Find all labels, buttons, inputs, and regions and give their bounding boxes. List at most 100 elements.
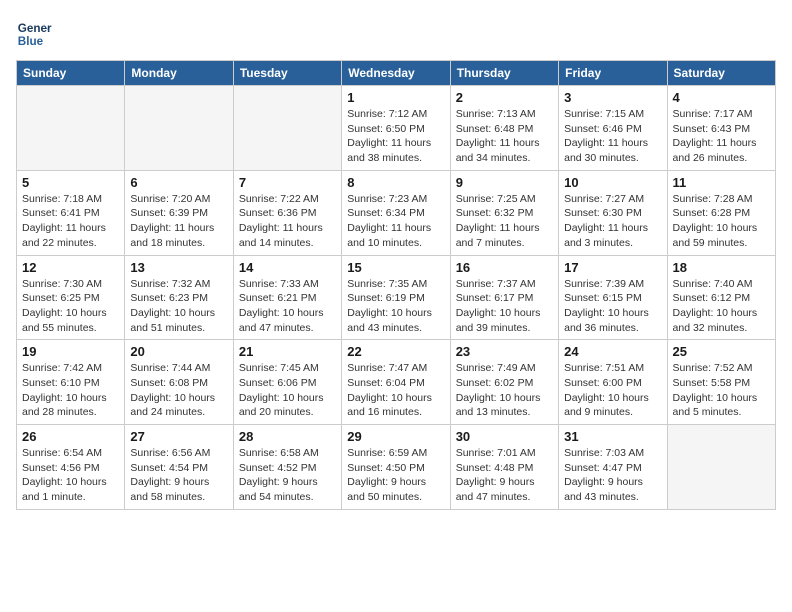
calendar-cell: 8 Sunrise: 7:23 AM Sunset: 6:34 PM Daylig… bbox=[342, 170, 450, 255]
calendar-cell: 18Sunrise: 7:40 AM Sunset: 6:12 PM Dayli… bbox=[667, 255, 775, 340]
day-info: Sunrise: 6:54 AM Sunset: 4:56 PM Dayligh… bbox=[22, 446, 119, 505]
day-info: Sunrise: 7:42 AM Sunset: 6:10 PM Dayligh… bbox=[22, 361, 119, 420]
day-number: 10 bbox=[564, 175, 661, 190]
day-info: Sunrise: 7:35 AM Sunset: 6:19 PM Dayligh… bbox=[347, 277, 444, 336]
day-number: 3 bbox=[564, 90, 661, 105]
day-number: 23 bbox=[456, 344, 553, 359]
day-info: Sunrise: 7:27 AM Sunset: 6:30 PM Dayligh… bbox=[564, 192, 661, 251]
day-info: Sunrise: 6:56 AM Sunset: 4:54 PM Dayligh… bbox=[130, 446, 227, 505]
day-number: 9 bbox=[456, 175, 553, 190]
day-number: 20 bbox=[130, 344, 227, 359]
day-number: 8 bbox=[347, 175, 444, 190]
calendar-week-5: 26Sunrise: 6:54 AM Sunset: 4:56 PM Dayli… bbox=[17, 425, 776, 510]
calendar-cell: 6Sunrise: 7:20 AM Sunset: 6:39 PM Daylig… bbox=[125, 170, 233, 255]
logo: General Blue bbox=[16, 16, 56, 52]
day-info: Sunrise: 7:13 AM Sunset: 6:48 PM Dayligh… bbox=[456, 107, 553, 166]
calendar-cell: 9 Sunrise: 7:25 AM Sunset: 6:32 PM Daylig… bbox=[450, 170, 558, 255]
day-info: Sunrise: 7:51 AM Sunset: 6:00 PM Dayligh… bbox=[564, 361, 661, 420]
calendar-week-2: 5 Sunrise: 7:18 AM Sunset: 6:41 PM Daylig… bbox=[17, 170, 776, 255]
day-info: Sunrise: 7:47 AM Sunset: 6:04 PM Dayligh… bbox=[347, 361, 444, 420]
day-info: Sunrise: 7:12 AM Sunset: 6:50 PM Dayligh… bbox=[347, 107, 444, 166]
calendar-week-1: 1 Sunrise: 7:12 AM Sunset: 6:50 PM Daylig… bbox=[17, 86, 776, 171]
day-info: Sunrise: 7:15 AM Sunset: 6:46 PM Dayligh… bbox=[564, 107, 661, 166]
day-number: 5 bbox=[22, 175, 119, 190]
calendar-header-row: SundayMondayTuesdayWednesdayThursdayFrid… bbox=[17, 61, 776, 86]
calendar-cell: 13 Sunrise: 7:32 AM Sunset: 6:23 PM Dayli… bbox=[125, 255, 233, 340]
day-header-tuesday: Tuesday bbox=[233, 61, 341, 86]
day-info: Sunrise: 7:33 AM Sunset: 6:21 PM Dayligh… bbox=[239, 277, 336, 336]
day-header-sunday: Sunday bbox=[17, 61, 125, 86]
day-info: Sunrise: 7:01 AM Sunset: 4:48 PM Dayligh… bbox=[456, 446, 553, 505]
day-header-monday: Monday bbox=[125, 61, 233, 86]
day-info: Sunrise: 7:37 AM Sunset: 6:17 PM Dayligh… bbox=[456, 277, 553, 336]
day-number: 30 bbox=[456, 429, 553, 444]
calendar-cell: 20 Sunrise: 7:44 AM Sunset: 6:08 PM Dayli… bbox=[125, 340, 233, 425]
day-number: 2 bbox=[456, 90, 553, 105]
day-info: Sunrise: 7:23 AM Sunset: 6:34 PM Dayligh… bbox=[347, 192, 444, 251]
day-header-saturday: Saturday bbox=[667, 61, 775, 86]
day-number: 7 bbox=[239, 175, 336, 190]
calendar-cell: 10 Sunrise: 7:27 AM Sunset: 6:30 PM Dayli… bbox=[559, 170, 667, 255]
calendar-cell: 25 Sunrise: 7:52 AM Sunset: 5:58 PM Dayli… bbox=[667, 340, 775, 425]
day-number: 29 bbox=[347, 429, 444, 444]
day-info: Sunrise: 7:44 AM Sunset: 6:08 PM Dayligh… bbox=[130, 361, 227, 420]
day-info: Sunrise: 7:32 AM Sunset: 6:23 PM Dayligh… bbox=[130, 277, 227, 336]
calendar-cell: 14 Sunrise: 7:33 AM Sunset: 6:21 PM Dayli… bbox=[233, 255, 341, 340]
day-number: 11 bbox=[673, 175, 770, 190]
calendar-week-3: 12Sunrise: 7:30 AM Sunset: 6:25 PM Dayli… bbox=[17, 255, 776, 340]
calendar-week-4: 19 Sunrise: 7:42 AM Sunset: 6:10 PM Dayli… bbox=[17, 340, 776, 425]
calendar-cell: 28Sunrise: 6:58 AM Sunset: 4:52 PM Dayli… bbox=[233, 425, 341, 510]
day-number: 28 bbox=[239, 429, 336, 444]
day-number: 25 bbox=[673, 344, 770, 359]
day-number: 14 bbox=[239, 260, 336, 275]
day-number: 16 bbox=[456, 260, 553, 275]
calendar-cell: 22Sunrise: 7:47 AM Sunset: 6:04 PM Dayli… bbox=[342, 340, 450, 425]
day-number: 1 bbox=[347, 90, 444, 105]
calendar-cell: 5 Sunrise: 7:18 AM Sunset: 6:41 PM Daylig… bbox=[17, 170, 125, 255]
calendar-cell: 11 Sunrise: 7:28 AM Sunset: 6:28 PM Dayli… bbox=[667, 170, 775, 255]
calendar-cell: 15 Sunrise: 7:35 AM Sunset: 6:19 PM Dayli… bbox=[342, 255, 450, 340]
day-info: Sunrise: 7:40 AM Sunset: 6:12 PM Dayligh… bbox=[673, 277, 770, 336]
day-number: 15 bbox=[347, 260, 444, 275]
day-number: 12 bbox=[22, 260, 119, 275]
day-info: Sunrise: 7:45 AM Sunset: 6:06 PM Dayligh… bbox=[239, 361, 336, 420]
calendar-cell: 2 Sunrise: 7:13 AM Sunset: 6:48 PM Daylig… bbox=[450, 86, 558, 171]
day-info: Sunrise: 7:17 AM Sunset: 6:43 PM Dayligh… bbox=[673, 107, 770, 166]
day-number: 6 bbox=[130, 175, 227, 190]
day-number: 19 bbox=[22, 344, 119, 359]
day-info: Sunrise: 7:18 AM Sunset: 6:41 PM Dayligh… bbox=[22, 192, 119, 251]
calendar-cell: 26Sunrise: 6:54 AM Sunset: 4:56 PM Dayli… bbox=[17, 425, 125, 510]
day-header-wednesday: Wednesday bbox=[342, 61, 450, 86]
calendar-cell bbox=[667, 425, 775, 510]
calendar-cell: 23 Sunrise: 7:49 AM Sunset: 6:02 PM Dayli… bbox=[450, 340, 558, 425]
day-header-friday: Friday bbox=[559, 61, 667, 86]
calendar-cell: 30 Sunrise: 7:01 AM Sunset: 4:48 PM Dayli… bbox=[450, 425, 558, 510]
day-info: Sunrise: 7:03 AM Sunset: 4:47 PM Dayligh… bbox=[564, 446, 661, 505]
page-header: General Blue bbox=[16, 16, 776, 52]
calendar-cell: 3 Sunrise: 7:15 AM Sunset: 6:46 PM Daylig… bbox=[559, 86, 667, 171]
calendar-cell: 4 Sunrise: 7:17 AM Sunset: 6:43 PM Daylig… bbox=[667, 86, 775, 171]
calendar-cell: 12Sunrise: 7:30 AM Sunset: 6:25 PM Dayli… bbox=[17, 255, 125, 340]
day-info: Sunrise: 7:39 AM Sunset: 6:15 PM Dayligh… bbox=[564, 277, 661, 336]
day-info: Sunrise: 7:25 AM Sunset: 6:32 PM Dayligh… bbox=[456, 192, 553, 251]
calendar-cell: 16 Sunrise: 7:37 AM Sunset: 6:17 PM Dayli… bbox=[450, 255, 558, 340]
calendar-cell bbox=[125, 86, 233, 171]
calendar-cell bbox=[233, 86, 341, 171]
calendar-cell: 21 Sunrise: 7:45 AM Sunset: 6:06 PM Dayli… bbox=[233, 340, 341, 425]
logo-icon: General Blue bbox=[16, 16, 52, 52]
calendar-cell bbox=[17, 86, 125, 171]
day-number: 21 bbox=[239, 344, 336, 359]
calendar-cell: 24Sunrise: 7:51 AM Sunset: 6:00 PM Dayli… bbox=[559, 340, 667, 425]
day-info: Sunrise: 7:28 AM Sunset: 6:28 PM Dayligh… bbox=[673, 192, 770, 251]
day-number: 31 bbox=[564, 429, 661, 444]
day-info: Sunrise: 7:49 AM Sunset: 6:02 PM Dayligh… bbox=[456, 361, 553, 420]
day-number: 13 bbox=[130, 260, 227, 275]
calendar-cell: 27 Sunrise: 6:56 AM Sunset: 4:54 PM Dayli… bbox=[125, 425, 233, 510]
day-number: 27 bbox=[130, 429, 227, 444]
day-number: 4 bbox=[673, 90, 770, 105]
calendar-cell: 29Sunrise: 6:59 AM Sunset: 4:50 PM Dayli… bbox=[342, 425, 450, 510]
calendar-cell: 1 Sunrise: 7:12 AM Sunset: 6:50 PM Daylig… bbox=[342, 86, 450, 171]
day-info: Sunrise: 7:22 AM Sunset: 6:36 PM Dayligh… bbox=[239, 192, 336, 251]
day-info: Sunrise: 7:52 AM Sunset: 5:58 PM Dayligh… bbox=[673, 361, 770, 420]
day-header-thursday: Thursday bbox=[450, 61, 558, 86]
